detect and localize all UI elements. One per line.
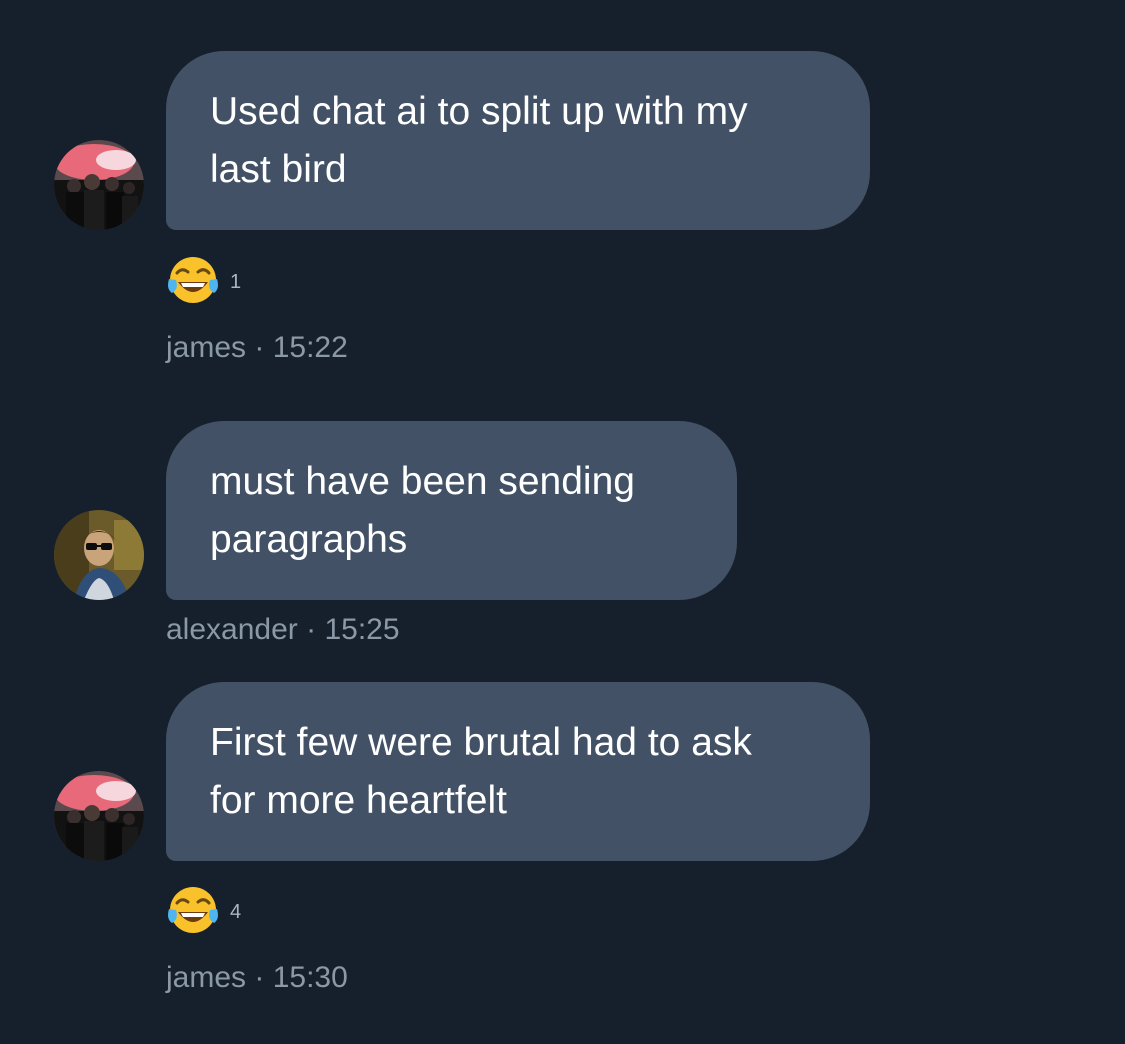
reaction-badge[interactable]: 4 [166,883,241,937]
message-line: First few were brutal had to ask [210,720,752,764]
timestamp: 15:30 [272,961,348,994]
message-text: Used chat ai to split up with my last bi… [210,83,748,199]
timestamp: 15:25 [324,613,400,646]
message-text: must have been sending paragraphs [210,453,635,569]
avatar-james[interactable] [54,771,144,861]
message-meta: james · 15:30 [166,960,348,996]
message-line: must have been sending [210,459,635,503]
message-bubble[interactable]: must have been sending paragraphs [166,421,737,600]
sunglasses-portrait-icon [54,510,144,600]
author-name[interactable]: james [166,331,246,364]
reaction-count: 4 [230,900,242,923]
message-bubble[interactable]: Used chat ai to split up with my last bi… [166,51,870,230]
group-photo-icon [54,771,144,861]
conversation-thread: Used chat ai to split up with my last bi… [0,0,1125,1044]
message-line: last bird [210,147,347,191]
meta-separator: · [254,331,265,364]
meta-separator: · [306,613,317,646]
reaction-count: 1 [230,270,242,293]
message-bubble[interactable]: First few were brutal had to ask for mor… [166,682,870,861]
avatar-alexander[interactable] [54,510,144,600]
message-meta: alexander · 15:25 [166,612,400,648]
message-line: for more heartfelt [210,778,507,822]
meta-separator: · [254,961,265,994]
group-photo-icon [54,140,144,230]
tears-of-joy-emoji-icon [166,883,220,937]
author-name[interactable]: alexander [166,613,298,646]
author-name[interactable]: james [166,961,246,994]
avatar-james[interactable] [54,140,144,230]
message-line: paragraphs [210,517,408,561]
tears-of-joy-emoji-icon [166,253,220,307]
message-line: Used chat ai to split up with my [210,89,748,133]
timestamp: 15:22 [272,331,348,364]
reaction-badge[interactable]: 1 [166,253,241,307]
message-text: First few were brutal had to ask for mor… [210,714,752,830]
message-meta: james · 15:22 [166,330,348,366]
